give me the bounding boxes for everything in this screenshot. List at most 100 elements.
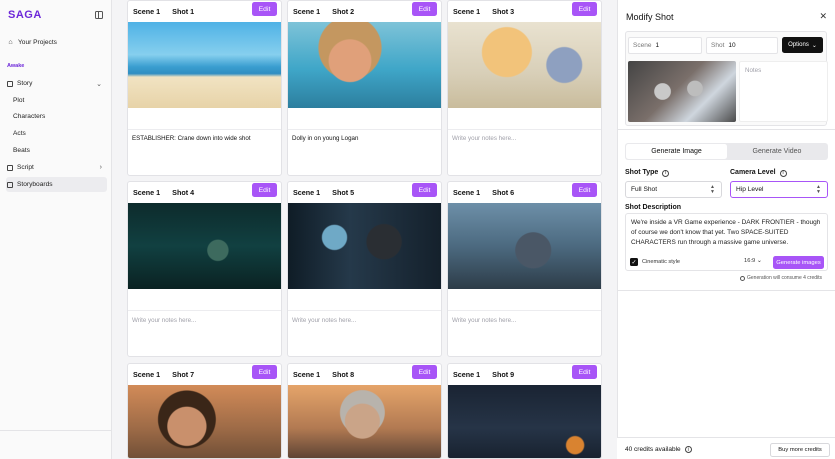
divider (288, 129, 441, 130)
shot-image[interactable] (448, 22, 601, 108)
sidebar-item-storyboards[interactable]: Storyboards (6, 177, 107, 192)
edit-button[interactable]: Edit (572, 365, 597, 379)
scene-label: Scene 1 (453, 6, 481, 16)
credits-available-text: 40 credits available (625, 446, 681, 453)
aspect-ratio-select[interactable]: 16:9 ⌄ (744, 258, 762, 264)
shot-image[interactable] (128, 203, 281, 289)
app-logo[interactable]: SAGA (8, 9, 42, 21)
shot-image[interactable] (128, 385, 281, 458)
shot-image[interactable] (288, 22, 441, 108)
credits-consumption-text: Generation will consume 4 credits (747, 275, 823, 281)
edit-button[interactable]: Edit (412, 183, 437, 197)
tab-generate-image[interactable]: Generate Image (626, 144, 727, 159)
shot-description-label: Shot Description (625, 204, 682, 211)
cinematic-style-label: Cinematic style (642, 259, 680, 265)
nav-your-projects-label: Your Projects (18, 39, 57, 46)
edit-button[interactable]: Edit (412, 2, 437, 16)
home-icon: ⌂ (8, 39, 13, 46)
cinematic-style-checkbox[interactable]: ✓ (630, 258, 638, 266)
edit-button[interactable]: Edit (252, 2, 277, 16)
chevron-updown-icon: ▲ ▼ (816, 184, 821, 195)
shot-card[interactable]: Scene 1 Shot 3 Edit Write your notes her… (447, 0, 602, 176)
shot-label: Shot 2 (332, 6, 355, 16)
shot-image[interactable] (288, 203, 441, 289)
scene-label: Scene 1 (293, 6, 321, 16)
chevron-down-icon: ⌄ (96, 81, 102, 88)
camera-level-value: Hip Level (736, 186, 764, 193)
notes-input[interactable]: Notes (739, 61, 828, 122)
shot-card[interactable]: Scene 1 Shot 5 Edit Write your notes her… (287, 181, 442, 357)
shot-card[interactable]: Scene 1 Shot 1 Edit ESTABLISHER: Crane d… (127, 0, 282, 176)
sidebar-item-label: Script (17, 164, 34, 171)
shot-type-value: Full Shot (631, 186, 658, 193)
scene-label: Scene 1 (133, 6, 161, 16)
shot-card[interactable]: Scene 1 Shot 8 Edit (287, 363, 442, 459)
sidebar-item-story[interactable]: Story ⌄ (6, 76, 107, 91)
scene-field-label: Scene (633, 42, 652, 49)
shot-note-placeholder[interactable]: Write your notes here... (452, 317, 516, 324)
shot-image[interactable] (448, 203, 601, 289)
sidebar-item-script[interactable]: Script › (6, 160, 107, 175)
sidebar-toggle-icon[interactable] (95, 11, 103, 19)
sidebar-item-plot[interactable]: Plot (6, 93, 107, 108)
divider (617, 290, 835, 291)
sidebar-item-label: Acts (13, 130, 26, 137)
shot-preview-image[interactable] (628, 61, 736, 122)
shot-note[interactable]: ESTABLISHER: Crane down into wide shot (132, 135, 251, 142)
info-icon[interactable]: i (684, 446, 692, 453)
shot-note-placeholder[interactable]: Write your notes here... (132, 317, 196, 324)
shot-description-text: We're inside a VR Game experience - DARK… (631, 219, 821, 246)
edit-button[interactable]: Edit (572, 183, 597, 197)
generate-tabs: Generate Image Generate Video (625, 143, 828, 160)
scene-label: Scene 1 (133, 187, 161, 197)
nav-your-projects[interactable]: ⌂ Your Projects (6, 35, 107, 50)
credits-bar: 40 credits available i Buy more credits (617, 437, 835, 459)
sidebar-item-label: Storyboards (17, 181, 53, 188)
shot-type-select[interactable]: Full Shot ▲ ▼ (625, 181, 722, 198)
shot-card[interactable]: Scene 1 Shot 7 Edit (127, 363, 282, 459)
info-icon[interactable]: i (779, 169, 787, 177)
edit-button[interactable]: Edit (252, 365, 277, 379)
shot-label: Shot 8 (332, 369, 355, 379)
aspect-ratio-value: 16:9 (744, 258, 756, 264)
book-icon (7, 80, 13, 87)
storyboard-icon (7, 181, 13, 188)
buy-more-credits-button[interactable]: Buy more credits (770, 443, 830, 457)
shot-note[interactable]: Dolly in on young Logan (292, 135, 358, 142)
edit-button[interactable]: Edit (572, 2, 597, 16)
camera-level-label-text: Camera Level (730, 169, 776, 176)
edit-button[interactable]: Edit (412, 365, 437, 379)
shot-card[interactable]: Scene 1 Shot 6 Edit Write your notes her… (447, 181, 602, 357)
shot-image[interactable] (448, 385, 601, 458)
scene-label: Scene 1 (133, 369, 161, 379)
shot-note-placeholder[interactable]: Write your notes here... (452, 135, 516, 142)
sidebar-item-characters[interactable]: Characters (6, 109, 107, 124)
shot-label: Shot 5 (332, 187, 355, 197)
shot-card[interactable]: Scene 1 Shot 4 Edit Write your notes her… (127, 181, 282, 357)
info-icon[interactable]: i (662, 169, 670, 177)
credits-consumption-note: Generation will consume 4 credits (740, 275, 822, 281)
sidebar: SAGA ⌂ Your Projects Awake Story ⌄ Plot … (0, 0, 112, 459)
camera-level-select[interactable]: Hip Level ▲ ▼ (730, 181, 828, 198)
shot-card[interactable]: Scene 1 Shot 9 Edit (447, 363, 602, 459)
tab-generate-video[interactable]: Generate Video (727, 144, 827, 159)
scene-label: Scene 1 (453, 369, 481, 379)
shot-note-placeholder[interactable]: Write your notes here... (292, 317, 356, 324)
clock-icon (740, 275, 745, 281)
generate-images-button[interactable]: Generate images (773, 256, 824, 269)
edit-button[interactable]: Edit (252, 183, 277, 197)
close-icon[interactable]: ✕ (819, 11, 827, 22)
divider (448, 310, 601, 311)
sidebar-item-label: Characters (13, 113, 46, 120)
options-button[interactable]: Options ⌄ (782, 37, 823, 53)
shot-image[interactable] (288, 385, 441, 458)
shot-field[interactable]: Shot 10 (706, 37, 778, 54)
sidebar-item-acts[interactable]: Acts (6, 126, 107, 141)
chevron-right-icon: › (99, 164, 102, 171)
shot-card[interactable]: Scene 1 Shot 2 Edit Dolly in on young Lo… (287, 0, 442, 176)
shot-image[interactable] (128, 22, 281, 108)
scene-field[interactable]: Scene 1 (628, 37, 702, 54)
shot-type-label: Shot Type i (625, 169, 670, 177)
sidebar-item-beats[interactable]: Beats (6, 143, 107, 158)
scene-label: Scene 1 (293, 187, 321, 197)
